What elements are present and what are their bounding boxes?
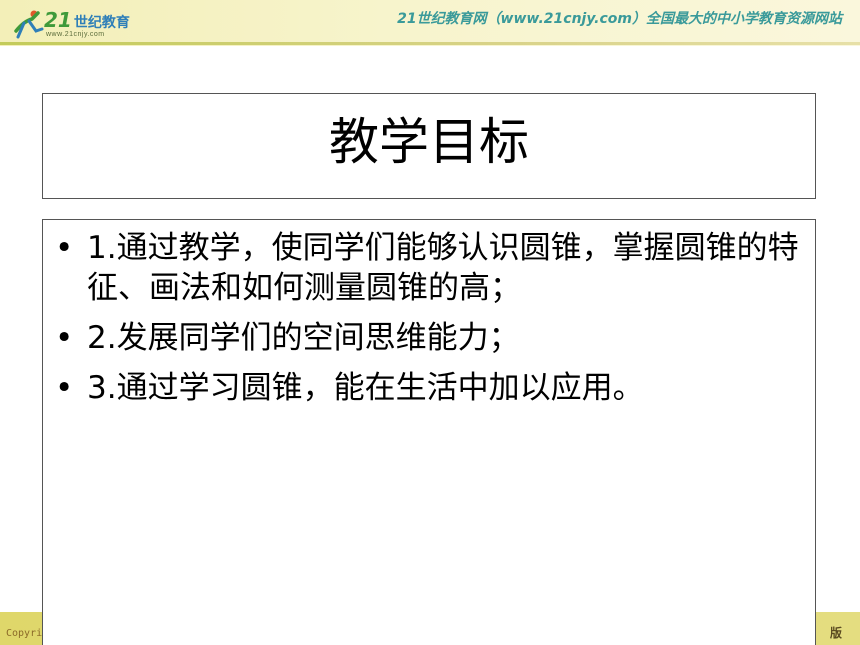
slide-title-box: 教学目标	[42, 93, 816, 199]
bullet-dot-icon: •	[55, 230, 74, 266]
list-item: • 3.通过学习圆锥，能在生活中加以应用。	[43, 368, 815, 408]
logo-wordmark-cn: 世纪教育	[73, 15, 130, 31]
footer-edition: 版	[829, 626, 842, 640]
bullet-text: 1.通过教学，使同学们能够认识圆锥，掌握圆锥的特征、画法和如何测量圆锥的高；	[87, 230, 799, 306]
site-tagline[interactable]: 21世纪教育网（www.21cnjy.com）全国最大的中小学教育资源网站	[397, 8, 842, 28]
footer-copyright: Copyri	[6, 628, 43, 639]
bullet-dot-icon: •	[55, 320, 74, 356]
bullet-list: • 1.通过教学，使同学们能够认识圆锥，掌握圆锥的特征、画法和如何测量圆锥的高；…	[43, 220, 815, 408]
logo-url: www.21cnjy.com	[46, 31, 105, 38]
list-item: • 2.发展同学们的空间思维能力；	[43, 318, 815, 358]
site-logo[interactable]: 21 世纪教育 www.21cnjy.com	[6, 5, 141, 41]
bullet-text: 2.发展同学们的空间思维能力；	[87, 320, 520, 356]
bullet-text: 3.通过学习圆锥，能在生活中加以应用。	[87, 370, 644, 406]
slide-content-box: • 1.通过教学，使同学们能够认识圆锥，掌握圆锥的特征、画法和如何测量圆锥的高；…	[42, 219, 816, 645]
slide-title: 教学目标	[329, 113, 529, 171]
list-item: • 1.通过教学，使同学们能够认识圆锥，掌握圆锥的特征、画法和如何测量圆锥的高；	[43, 228, 815, 308]
bullet-dot-icon: •	[55, 370, 74, 406]
header-divider	[0, 42, 860, 45]
runner-logo-icon	[14, 10, 44, 39]
logo-wordmark: 21 世纪教育	[44, 8, 130, 32]
header: 21 世纪教育 www.21cnjy.com 21世纪教育网（www.21cnjy…	[0, 0, 860, 46]
